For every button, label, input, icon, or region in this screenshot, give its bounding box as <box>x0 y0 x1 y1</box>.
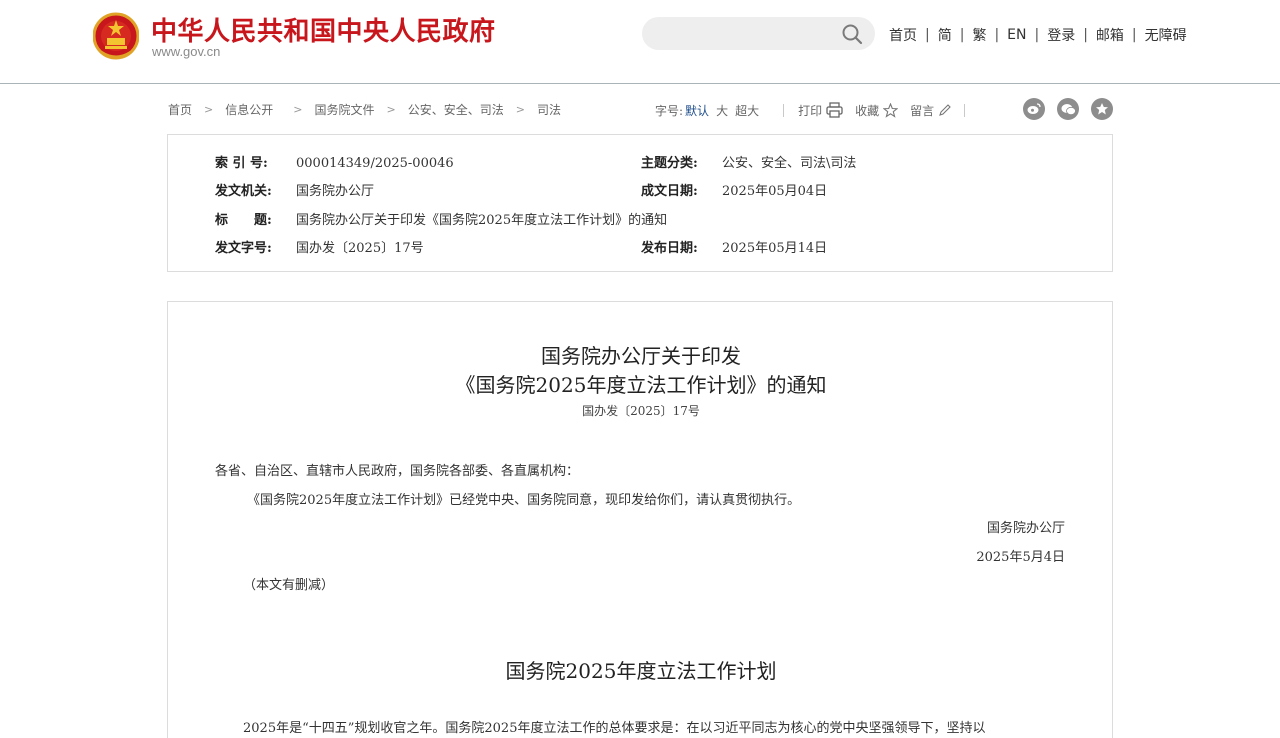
font-size-label: 字号: <box>655 103 684 118</box>
article-body: 国务院办公厅关于印发 《国务院2025年度立法工作计划》的通知 国办发〔2025… <box>167 301 1113 738</box>
search-input[interactable] <box>654 17 834 50</box>
meta-index-row: 索 引 号: 000014349/2025-00046 <box>215 152 454 171</box>
nav-english[interactable]: EN <box>1007 27 1026 43</box>
nav-separator: | <box>1083 27 1088 43</box>
site-url[interactable]: www.gov.cn <box>152 44 220 59</box>
document-metadata: 索 引 号: 000014349/2025-00046 主题分类: 公安、安全、司法… <box>167 134 1113 272</box>
article-signature: 国务院办公厅 <box>986 521 1065 536</box>
wechat-icon <box>1061 103 1076 115</box>
print-button[interactable]: 打印 <box>798 102 843 119</box>
breadcrumb: 首页 > 信息公开 > 国务院文件 > 公安、安全、司法 > 司法 <box>168 101 561 118</box>
article-title-line2: 《国务院2025年度立法工作计划》的通知 <box>455 373 827 397</box>
comment-button[interactable]: 留言 <box>910 102 952 119</box>
nav-accessibility[interactable]: 无障碍 <box>1145 25 1187 45</box>
national-emblem-icon[interactable] <box>93 12 139 60</box>
meta-index-label: 索 引 号: <box>215 156 268 171</box>
chevron-right-icon: > <box>515 103 525 116</box>
nav-login[interactable]: 登录 <box>1047 25 1075 45</box>
article-title-line1: 国务院办公厅关于印发 <box>541 344 741 368</box>
meta-category-label: 主题分类: <box>641 156 698 171</box>
pencil-icon <box>939 104 951 116</box>
breadcrumb-info-disclosure[interactable]: 信息公开 <box>225 101 273 118</box>
meta-issuer-row: 发文机关: 国务院办公厅 <box>215 180 374 199</box>
nav-home[interactable]: 首页 <box>889 25 917 45</box>
article-date: 2025年5月4日 <box>976 550 1065 565</box>
meta-issuer-value: 国务院办公厅 <box>296 184 375 199</box>
nav-separator: | <box>959 27 965 43</box>
top-nav: 首页 | 简 | 繁 | EN | 登录 | 邮箱 | 无障碍 <box>889 25 1187 45</box>
printer-icon <box>826 102 843 118</box>
article-body-paragraph: 《国务院2025年度立法工作计划》已经党中央、国务院同意，现印发给你们，请认真贯… <box>247 493 801 508</box>
search-icon[interactable] <box>841 23 863 45</box>
meta-issuer-label: 发文机关: <box>215 184 272 199</box>
print-label: 打印 <box>798 103 823 118</box>
breadcrumb-judicial[interactable]: 司法 <box>537 101 561 118</box>
wechat-share-button[interactable] <box>1057 98 1079 120</box>
meta-publish-label: 发布日期: <box>641 241 698 256</box>
meta-title-row: 标 题: 国务院办公厅关于印发《国务院2025年度立法工作计划》的通知 <box>215 209 667 228</box>
font-size-xlarge[interactable]: 超大 <box>735 102 759 119</box>
nav-separator: | <box>925 27 930 43</box>
toolbar-divider <box>964 103 966 117</box>
meta-publish-value: 2025年05月14日 <box>722 241 828 256</box>
favorite-share-button[interactable] <box>1091 98 1113 120</box>
meta-written-value: 2025年05月04日 <box>722 184 828 199</box>
breadcrumb-home[interactable]: 首页 <box>168 101 192 118</box>
nav-separator: | <box>1131 27 1137 43</box>
meta-title-label: 标 题: <box>215 213 272 228</box>
favorite-label: 收藏 <box>855 103 880 118</box>
nav-traditional[interactable]: 繁 <box>972 25 986 45</box>
breadcrumb-public-security[interactable]: 公安、安全、司法 <box>408 101 504 118</box>
nav-simplified[interactable]: 简 <box>938 25 952 45</box>
star-outline-icon <box>883 102 899 118</box>
meta-category-row: 主题分类: 公安、安全、司法\司法 <box>641 152 856 171</box>
meta-title-value: 国务院办公厅关于印发《国务院2025年度立法工作计划》的通知 <box>296 213 668 228</box>
article-recipients: 各省、自治区、直辖市人民政府，国务院各部委、各直属机构： <box>215 464 580 479</box>
weibo-icon <box>1027 103 1041 114</box>
meta-written-label: 成文日期: <box>641 184 698 199</box>
chevron-right-icon: > <box>386 103 396 116</box>
font-size-large[interactable]: 大 <box>716 102 728 119</box>
weibo-share-button[interactable] <box>1023 98 1045 120</box>
plan-title: 国务院2025年度立法工作计划 <box>505 659 777 683</box>
plan-first-line: 2025年是“十四五”规划收官之年。国务院2025年度立法工作的总体要求是：在以… <box>243 721 986 736</box>
chevron-right-icon: > <box>293 103 303 116</box>
comment-label: 留言 <box>910 103 935 118</box>
meta-index-value: 000014349/2025-00046 <box>296 156 454 171</box>
article-toolbar: 字号: 默认 大 超大 打印 收藏 留言 <box>655 101 979 119</box>
meta-docno-row: 发文字号: 国办发〔2025〕17号 <box>215 237 424 256</box>
nav-separator: | <box>1034 27 1040 43</box>
font-size-default[interactable]: 默认 <box>685 102 709 119</box>
nav-separator: | <box>994 27 1000 43</box>
site-title[interactable]: 中华人民共和国中央人民政府 <box>151 11 496 48</box>
article-note: （本文有删减） <box>243 578 335 593</box>
chevron-right-icon: > <box>204 103 214 116</box>
nav-mail[interactable]: 邮箱 <box>1096 25 1124 45</box>
meta-category-value: 公安、安全、司法\司法 <box>722 156 857 171</box>
meta-publish-row: 发布日期: 2025年05月14日 <box>641 237 827 256</box>
meta-written-row: 成文日期: 2025年05月04日 <box>641 180 827 199</box>
favorite-star-icon <box>1096 103 1108 115</box>
toolbar-divider <box>783 103 785 117</box>
meta-docno-label: 发文字号: <box>215 241 272 256</box>
site-header: 中华人民共和国中央人民政府 www.gov.cn 首页 | 简 | 繁 | EN… <box>0 0 1280 84</box>
meta-docno-value: 国办发〔2025〕17号 <box>296 241 424 256</box>
article-doc-number: 国办发〔2025〕17号 <box>582 404 700 418</box>
breadcrumb-state-council-docs[interactable]: 国务院文件 <box>314 101 374 118</box>
favorite-button[interactable]: 收藏 <box>855 102 899 119</box>
